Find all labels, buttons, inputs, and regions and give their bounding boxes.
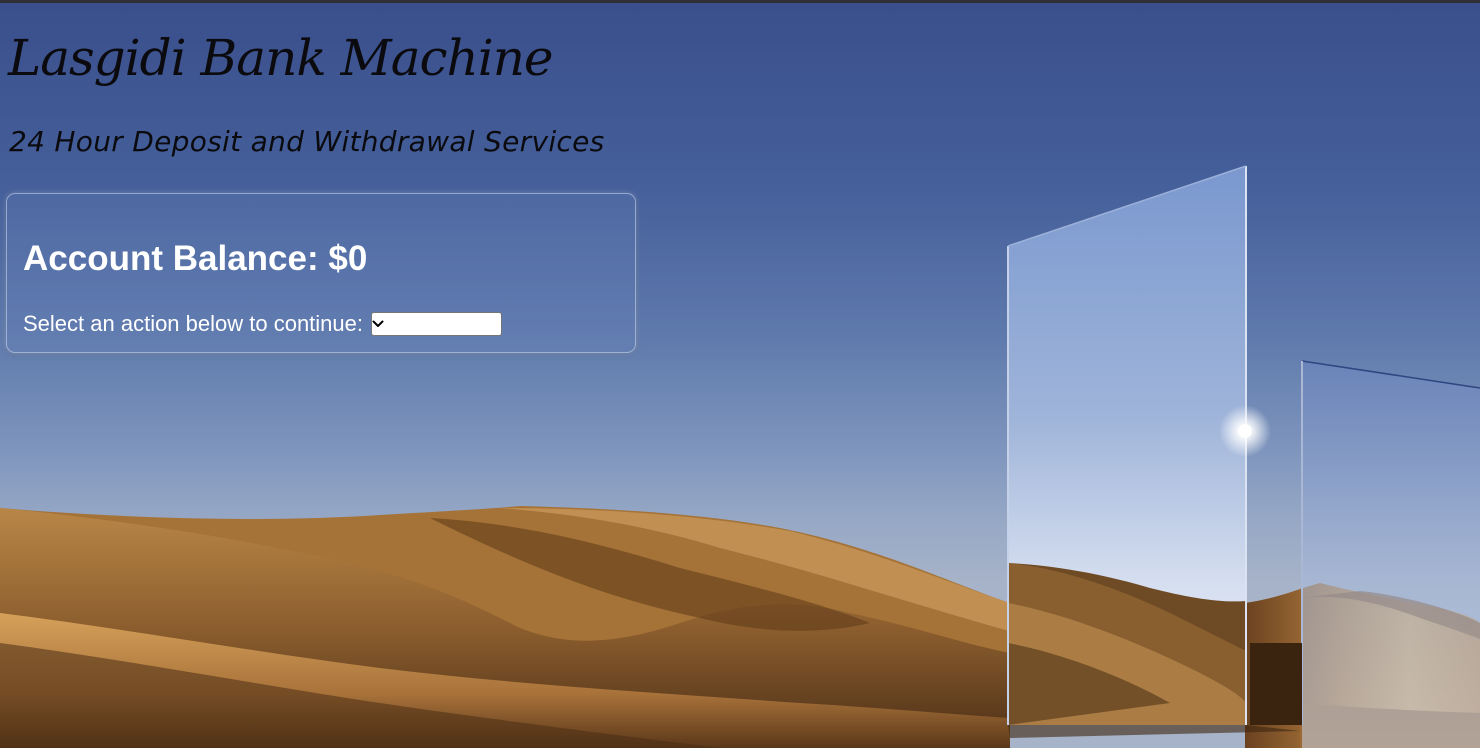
action-select[interactable] [371,312,503,336]
window-top-strip [0,0,1480,3]
desert-mirror-scene [0,165,1480,748]
app-subtitle: 24 Hour Deposit and Withdrawal Services [9,125,605,158]
app-title: Lasgidi Bank Machine [8,29,554,87]
desert-background: Lasgidi Bank Machine 24 Hour Deposit and… [0,3,1480,748]
action-row: Select an action below to continue: [23,311,503,337]
action-prompt: Select an action below to continue: [23,311,364,336]
chevron-down-icon [372,320,384,327]
balance-value: $0 [328,239,368,278]
account-balance-heading: Account Balance: $0 [23,239,367,279]
account-panel: Account Balance: $0 Select an action bel… [6,193,636,353]
balance-label: Account Balance: [23,239,329,278]
